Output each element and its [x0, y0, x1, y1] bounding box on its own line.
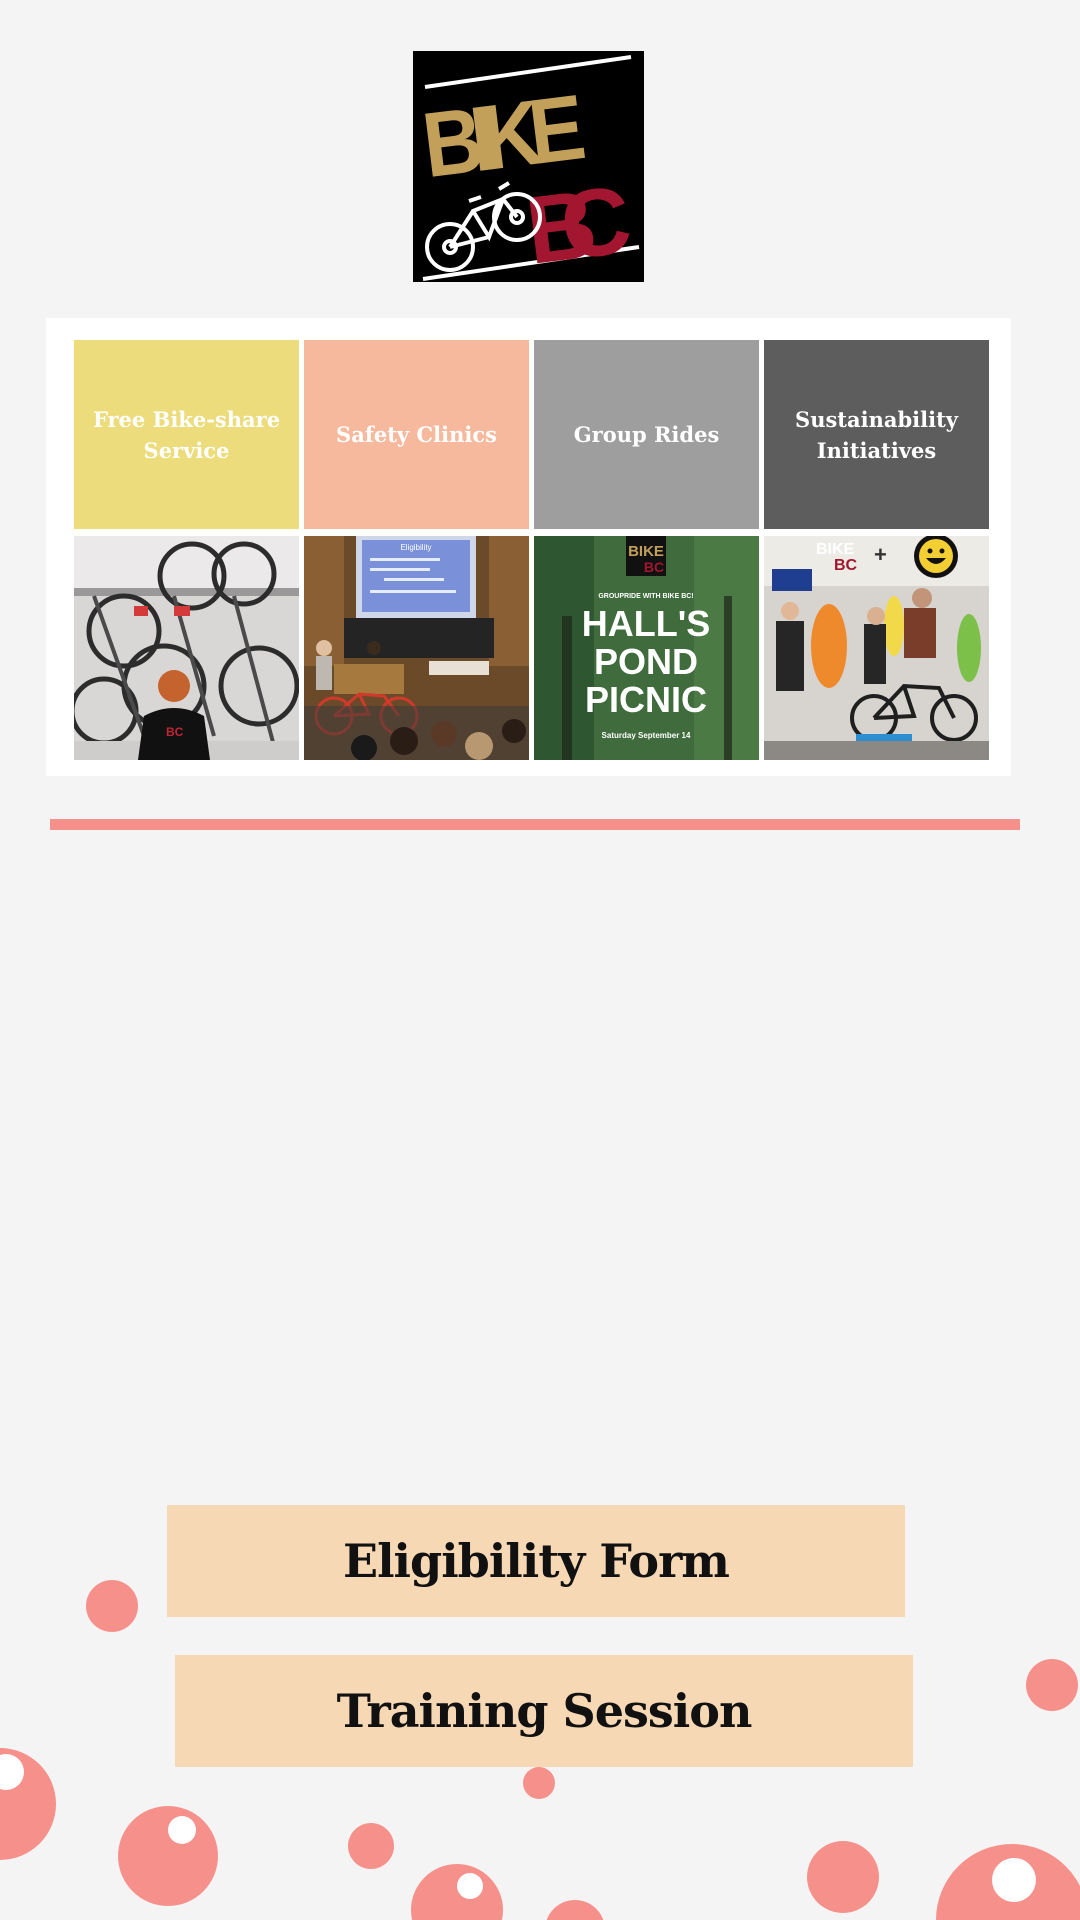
poster-kicker: GROUPRIDE WITH BIKE BC! — [598, 593, 693, 600]
poster-logo-bike: BIKE — [628, 543, 664, 560]
poster-headline-3: PICNIC — [585, 679, 707, 720]
eligibility-form-label: Eligibility Form — [343, 1534, 730, 1588]
bubble — [118, 1806, 218, 1906]
event-logo-bike: BIKE — [816, 541, 855, 558]
eligibility-form-button[interactable]: Eligibility Form — [167, 1505, 905, 1617]
bubble-highlight — [457, 1873, 483, 1899]
photo-group-ride-poster[interactable]: BIKE BC GROUPRIDE WITH BIKE BC! HALL'S P… — [534, 536, 759, 760]
poster-headline-1: HALL'S — [582, 603, 711, 644]
section-divider — [50, 819, 1020, 830]
poster-date: Saturday September 14 — [602, 731, 691, 740]
bubble — [523, 1767, 555, 1799]
tile-label: Group Rides — [573, 422, 720, 447]
photo-safety-clinic[interactable]: Eligibility — [304, 536, 529, 760]
tile-label: Safety Clinics — [336, 422, 497, 447]
bubble — [348, 1823, 394, 1869]
tile-label: Free Bike-share Service — [92, 406, 281, 463]
tile-sustainability-initiatives[interactable]: Sustainability Initiatives — [764, 340, 989, 529]
programs-panel: Free Bike-share Service Safety Clinics G… — [46, 318, 1011, 776]
poster-logo-bc: BC — [644, 559, 664, 575]
bubble-highlight — [992, 1858, 1036, 1902]
bubble — [0, 1748, 56, 1860]
bubble — [807, 1841, 879, 1913]
bubble-highlight — [0, 1754, 24, 1790]
bicycle-icon — [425, 181, 542, 272]
bubble-highlight — [168, 1816, 196, 1844]
training-session-button[interactable]: Training Session — [175, 1655, 913, 1767]
bubble — [411, 1864, 503, 1920]
smiley-icon — [914, 536, 958, 578]
bubble — [546, 1900, 604, 1920]
bubble — [86, 1580, 138, 1632]
poster-headline-2: POND — [594, 641, 698, 682]
tile-label: Sustainability Initiatives — [795, 406, 958, 463]
shirt-text: BC — [166, 725, 184, 739]
bubble — [1026, 1659, 1078, 1711]
decorative-bubbles — [0, 1580, 1080, 1920]
tile-group-rides[interactable]: Group Rides — [534, 340, 759, 529]
bike-bc-logo: BIKE BC — [413, 51, 644, 282]
tile-safety-clinics[interactable]: Safety Clinics — [304, 340, 529, 529]
event-logo-bc: BC — [834, 557, 858, 574]
photo-costume-event[interactable]: BIKE BC + — [764, 536, 989, 760]
event-plus: + — [874, 542, 887, 567]
training-session-label: Training Session — [336, 1684, 753, 1738]
slide-title: Eligibility — [400, 543, 431, 552]
photo-bike-rack[interactable]: BC — [74, 536, 299, 760]
tile-free-bike-share[interactable]: Free Bike-share Service — [74, 340, 299, 529]
bubble — [936, 1844, 1080, 1920]
